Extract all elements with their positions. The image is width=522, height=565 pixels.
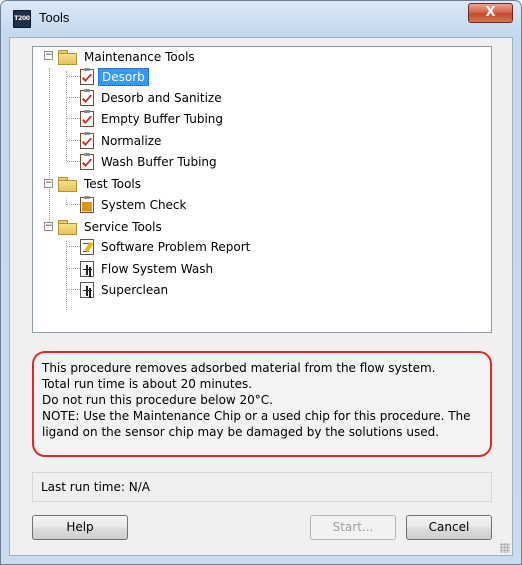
tree-item-label: Desorb and Sanitize <box>101 90 222 105</box>
clipboard-check-icon <box>80 152 94 170</box>
cancel-button[interactable]: Cancel <box>406 515 492 540</box>
tree-group-label: Test Tools <box>84 176 142 191</box>
resize-grip[interactable] <box>500 543 510 553</box>
tree-item-label: Superclean <box>101 282 169 297</box>
tree-guide <box>67 118 80 119</box>
dialog-body: − Maintenance Tools Desorb Desorb and Sa… <box>9 37 513 556</box>
clipboard-check-icon <box>80 67 94 85</box>
tree-item-label: Desorb <box>98 67 149 86</box>
tree-guide <box>66 241 67 310</box>
tree-item-label: Empty Buffer Tubing <box>101 111 224 126</box>
tree-guide <box>67 140 80 141</box>
tree-group-maintenance-tools[interactable]: Maintenance Tools <box>58 47 198 66</box>
tree-item-system-check[interactable]: System Check <box>80 195 189 214</box>
description-line: ligand on the sensor chip may be damaged… <box>42 425 440 439</box>
collapse-icon[interactable]: − <box>44 51 53 60</box>
tree-guide <box>67 76 80 77</box>
tree-group-test-tools[interactable]: Test Tools <box>58 174 144 193</box>
tree-item-label: System Check <box>101 197 187 212</box>
title-bar[interactable]: T200 Tools X <box>1 1 521 37</box>
tree-item-desorb[interactable]: Desorb <box>80 67 149 86</box>
clipboard-check-icon <box>80 109 94 127</box>
tree-guide <box>67 97 80 98</box>
tree-item-label: Software Problem Report <box>101 239 251 254</box>
tree-item-software-problem-report[interactable]: Software Problem Report <box>80 237 253 256</box>
tree-item-desorb-and-sanitize[interactable]: Desorb and Sanitize <box>80 88 225 107</box>
tree-group-label: Service Tools <box>84 219 162 234</box>
tools-dialog: T200 Tools X − Maintenance Tools Desorb … <box>0 0 522 565</box>
tree-item-flow-system-wash[interactable]: Flow System Wash <box>80 259 216 278</box>
tree-guide <box>67 204 80 205</box>
tree-group-label: Maintenance Tools <box>84 49 195 64</box>
tree-item-label: Normalize <box>101 133 162 148</box>
description-line: This procedure removes adsorbed material… <box>42 361 436 375</box>
tree-guide <box>67 246 80 247</box>
help-button[interactable]: Help <box>32 515 128 540</box>
report-edit-icon <box>80 238 94 255</box>
clipboard-check-icon <box>80 88 94 106</box>
start-button[interactable]: Start... <box>310 515 396 540</box>
tree-item-empty-buffer-tubing[interactable]: Empty Buffer Tubing <box>80 109 226 128</box>
last-run-value: N/A <box>128 480 150 494</box>
flow-icon <box>80 281 94 298</box>
clipboard-check-icon <box>80 131 94 149</box>
window-title: Tools <box>39 10 70 25</box>
tree-item-wash-buffer-tubing[interactable]: Wash Buffer Tubing <box>80 152 220 171</box>
tree-item-superclean[interactable]: Superclean <box>80 280 171 299</box>
tree-guide <box>67 289 80 290</box>
collapse-icon[interactable]: − <box>44 222 53 231</box>
description-line: NOTE: Use the Maintenance Chip or a used… <box>42 409 471 423</box>
tree-group-service-tools[interactable]: Service Tools <box>58 217 165 236</box>
description-line: Total run time is about 20 minutes. <box>42 377 253 391</box>
close-button[interactable]: X <box>468 3 513 23</box>
flow-icon <box>80 260 94 277</box>
folder-icon <box>58 220 77 235</box>
tools-tree[interactable]: − Maintenance Tools Desorb Desorb and Sa… <box>32 46 492 333</box>
tree-item-label: Flow System Wash <box>101 261 214 276</box>
tree-item-label: Wash Buffer Tubing <box>101 154 217 169</box>
description-line: Do not run this procedure below 20°C. <box>42 393 273 407</box>
last-run-label: Last run time: <box>41 480 125 494</box>
tree-guide <box>66 71 67 161</box>
system-check-icon <box>80 195 94 213</box>
tree-item-normalize[interactable]: Normalize <box>80 131 164 150</box>
collapse-icon[interactable]: − <box>44 179 53 188</box>
folder-icon <box>58 50 77 65</box>
procedure-description: This procedure removes adsorbed material… <box>32 351 492 457</box>
folder-icon <box>58 177 77 192</box>
tree-guide <box>49 68 50 222</box>
last-run-status: Last run time: N/A <box>32 472 492 502</box>
tree-guide <box>67 268 80 269</box>
tree-guide <box>67 161 80 162</box>
app-icon: T200 <box>13 10 31 28</box>
